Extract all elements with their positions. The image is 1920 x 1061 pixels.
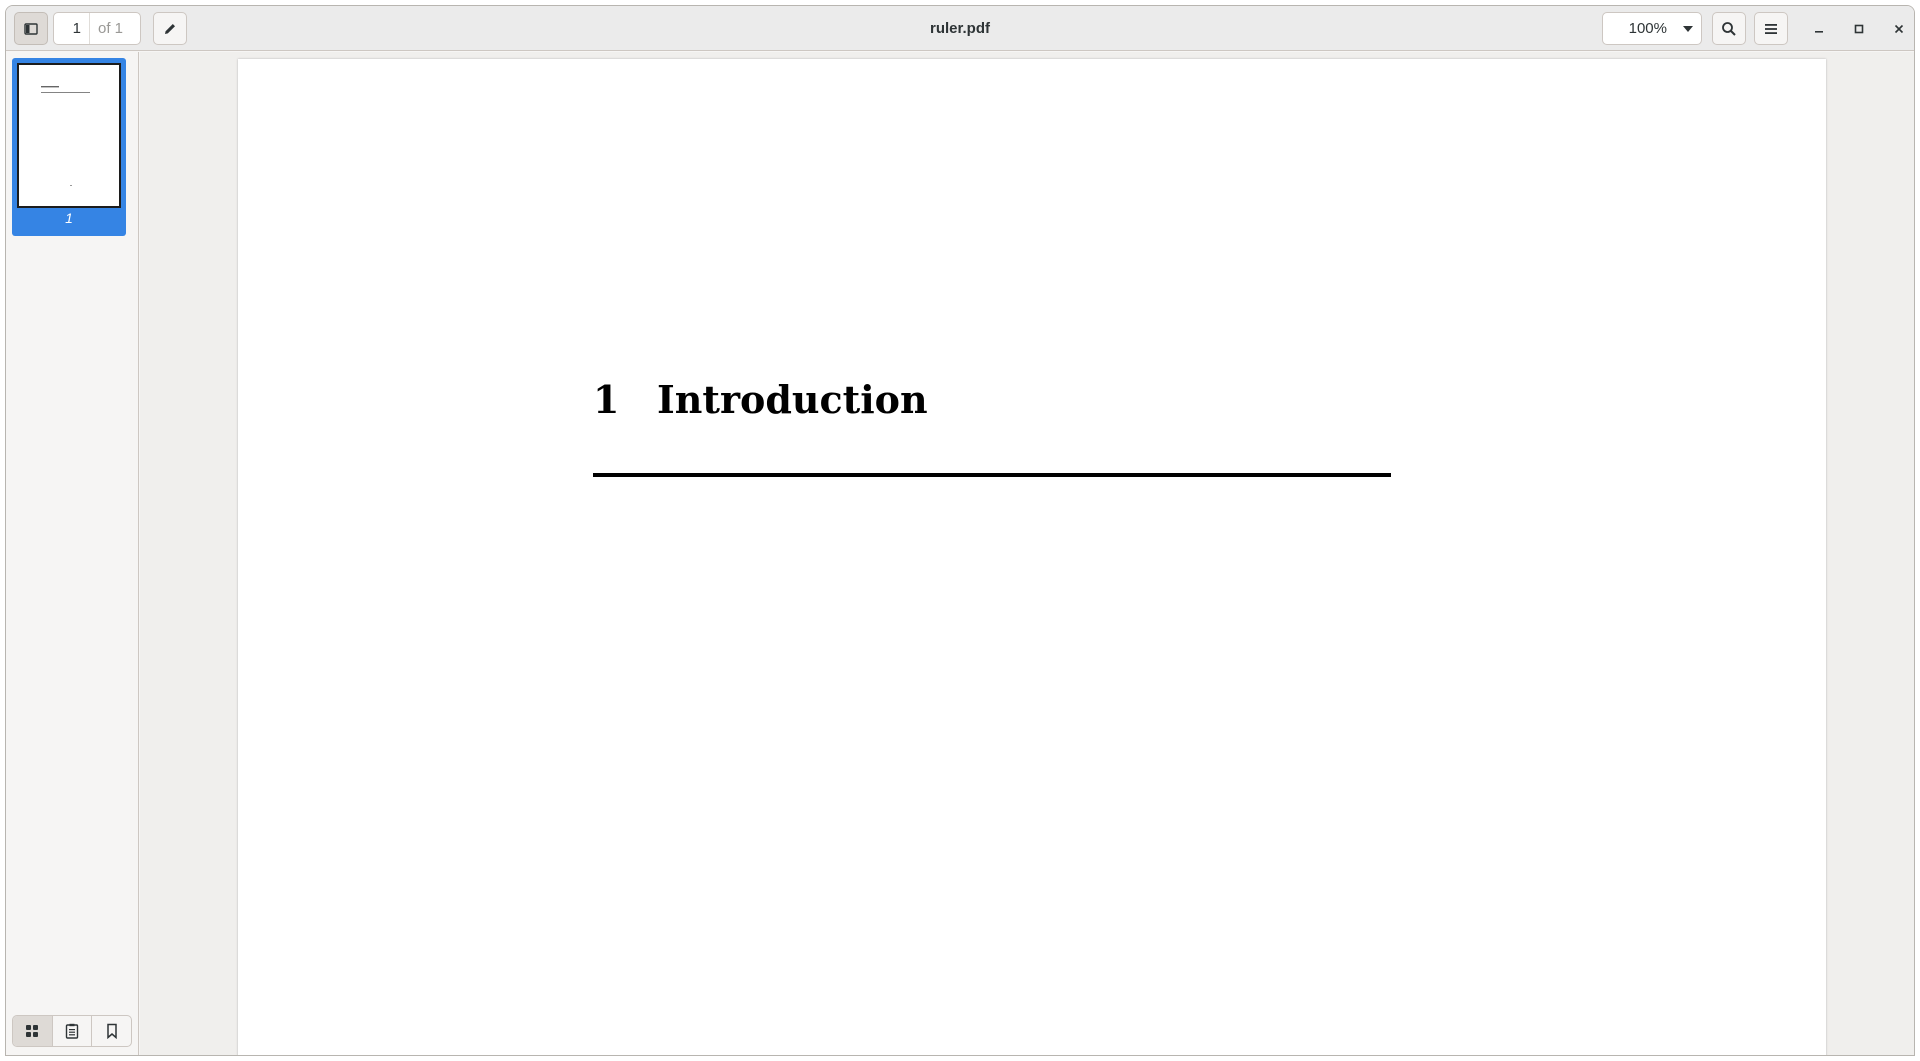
sidebar-icon [23, 21, 39, 37]
thumbnails-mode-button[interactable] [13, 1016, 53, 1046]
page-thumbnail-item[interactable]: 1 [12, 58, 126, 236]
page-count-label: of 1 [98, 20, 124, 37]
sidebar: 1 [6, 52, 139, 1055]
section-heading: 1 Introduction [593, 377, 928, 422]
pdf-page: 1 Introduction [238, 59, 1826, 1055]
page-number-entry[interactable]: 1 of 1 [53, 12, 141, 45]
close-icon [1893, 23, 1905, 35]
document-outline-icon [65, 1023, 79, 1039]
chevron-down-icon [1675, 25, 1701, 33]
bookmarks-mode-button[interactable] [92, 1016, 131, 1046]
outline-mode-button[interactable] [53, 1016, 93, 1046]
header-bar: 1 of 1 ruler.pdf 100% [6, 6, 1914, 51]
section-number: 1 [593, 377, 620, 422]
maximize-icon [1853, 23, 1865, 35]
zoom-selector[interactable]: 100% [1602, 12, 1702, 45]
grid-icon [25, 1024, 39, 1038]
maximize-button[interactable] [1846, 16, 1872, 42]
bookmark-icon [106, 1023, 118, 1039]
section-title-text: Introduction [657, 377, 928, 422]
zoom-value: 100% [1628, 20, 1667, 37]
hamburger-menu-icon [1763, 21, 1779, 37]
main-menu-button[interactable] [1754, 12, 1788, 45]
pdf-viewer-window: 1 of 1 ruler.pdf 100% 1 1 Introduction [5, 5, 1915, 1056]
minimize-button[interactable] [1806, 16, 1832, 42]
page-thumbnail-preview [17, 63, 121, 208]
thumbnail-page-label: 1 [65, 210, 73, 226]
close-window-button[interactable] [1886, 16, 1912, 42]
sidebar-mode-switcher [12, 1015, 132, 1047]
pencil-icon [162, 21, 178, 37]
annotate-button[interactable] [153, 12, 187, 45]
horizontal-rule [593, 473, 1391, 477]
search-icon [1721, 21, 1737, 37]
minimize-icon [1813, 23, 1825, 35]
sidebar-toggle-button[interactable] [14, 12, 48, 45]
current-page-field[interactable]: 1 [54, 13, 90, 44]
search-button[interactable] [1712, 12, 1746, 45]
document-view[interactable]: 1 Introduction [140, 52, 1914, 1055]
